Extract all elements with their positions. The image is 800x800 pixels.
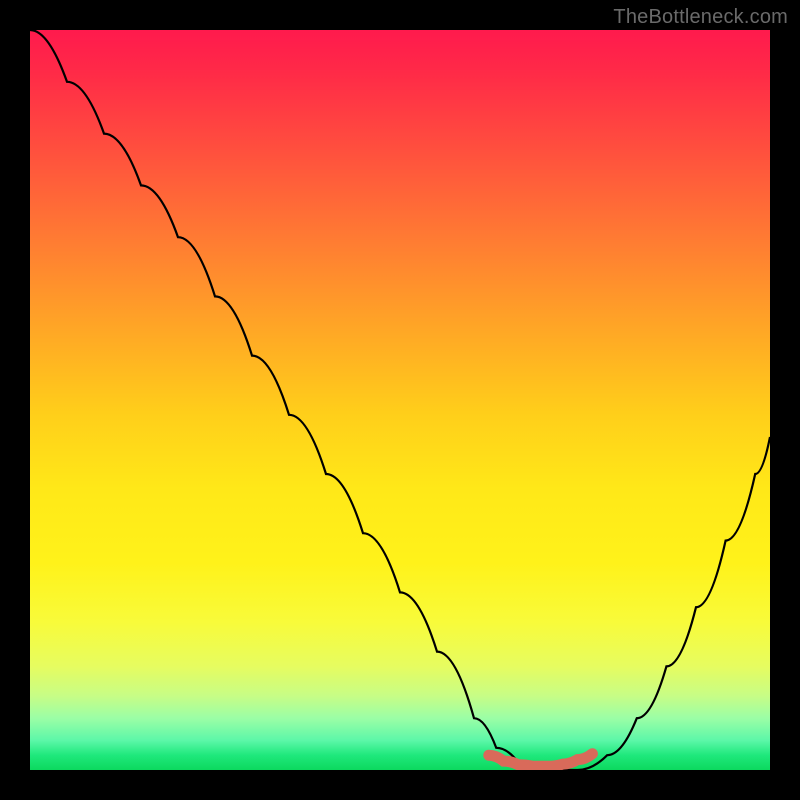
plot-area	[30, 30, 770, 770]
chart-container: TheBottleneck.com	[0, 0, 800, 800]
chart-svg	[30, 30, 770, 770]
watermark-text: TheBottleneck.com	[613, 6, 788, 29]
optimal-range-marker	[489, 754, 593, 767]
bottleneck-curve	[30, 30, 770, 770]
